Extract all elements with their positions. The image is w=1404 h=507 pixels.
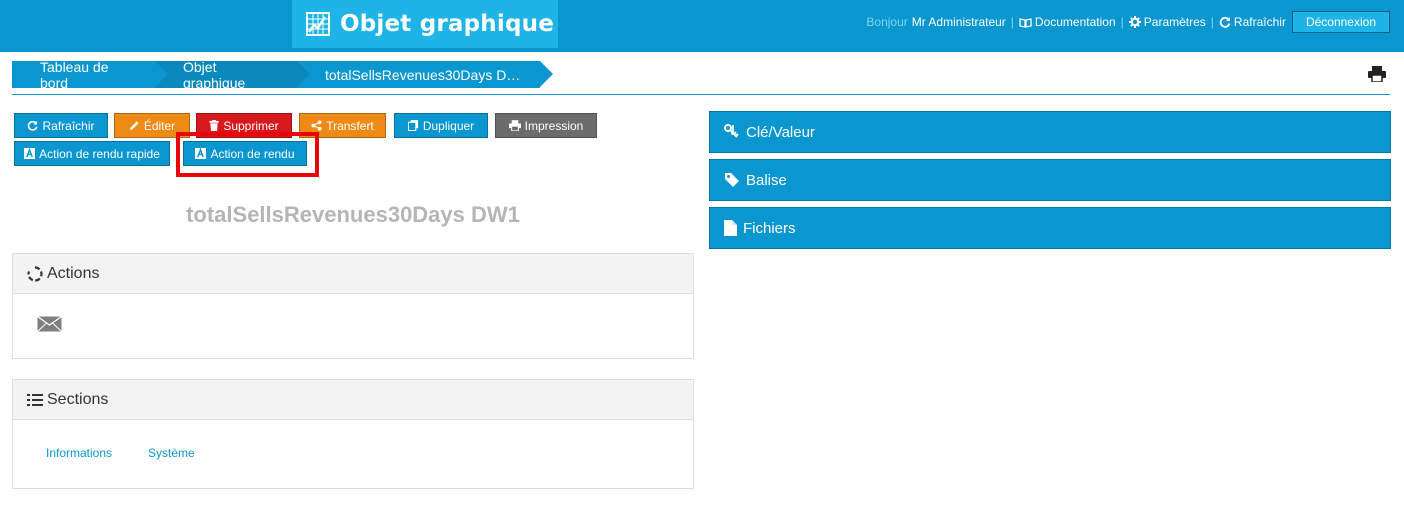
top-bar: Objet graphique Bonjour Mr Administrateu…	[0, 0, 1404, 52]
nav-separator: |	[1120, 15, 1124, 29]
breadcrumb: Tableau de bord Objet graphique totalSel…	[12, 59, 553, 91]
section-link-systeme[interactable]: Système	[148, 446, 195, 460]
logout-button[interactable]: Déconnexion	[1291, 11, 1390, 33]
breadcrumb-graphic-object[interactable]: Objet graphique	[155, 59, 310, 91]
book-icon	[1019, 17, 1032, 28]
accordion-key-value[interactable]: Clé/Valeur	[709, 111, 1391, 153]
app-title-text: Objet graphique	[340, 11, 554, 37]
file-icon	[724, 220, 737, 236]
share-icon	[311, 120, 322, 131]
print-button[interactable]: Impression	[495, 113, 597, 138]
refresh-button-label: Rafraîchir	[42, 118, 95, 133]
refresh-icon	[28, 120, 38, 131]
sections-panel: Sections Informations Système	[12, 379, 694, 489]
app-title: Objet graphique	[292, 0, 558, 48]
refresh-link[interactable]: Rafraîchir	[1219, 15, 1286, 29]
greeting: Bonjour	[866, 15, 908, 29]
accordion-tag-label: Balise	[746, 171, 787, 189]
pencil-icon	[129, 121, 139, 131]
transfer-button-label: Transfert	[326, 118, 374, 133]
documentation-label: Documentation	[1034, 15, 1116, 29]
accordion-key-value-label: Clé/Valeur	[746, 123, 815, 141]
print-icon[interactable]	[1368, 66, 1386, 83]
accordion-tag[interactable]: Balise	[709, 159, 1391, 201]
documentation-link[interactable]: Documentation	[1019, 15, 1116, 29]
font-box-icon	[24, 148, 36, 159]
duplicate-button-label: Dupliquer	[422, 118, 475, 133]
actions-panel-title: Actions	[47, 264, 100, 282]
quick-render-button[interactable]: Action de rendu rapide	[14, 141, 170, 166]
refresh-icon	[1219, 16, 1231, 28]
delete-button-label: Supprimer	[223, 118, 279, 133]
breadcrumb-current[interactable]: totalSellsRevenues30Days D…	[297, 61, 553, 88]
chart-grid-icon	[306, 12, 330, 36]
printer-icon	[508, 120, 521, 131]
copy-icon	[407, 120, 418, 131]
section-link-informations[interactable]: Informations	[46, 446, 112, 460]
accordion-files-label: Fichiers	[743, 219, 796, 237]
gear-icon	[1128, 16, 1141, 28]
print-button-label: Impression	[524, 118, 584, 133]
user-nav: Bonjour Mr Administrateur | Documentatio…	[866, 11, 1390, 33]
refresh-label: Rafraîchir	[1233, 15, 1286, 29]
keys-icon	[724, 124, 739, 138]
settings-link[interactable]: Paramètres	[1128, 15, 1206, 29]
circle-arrows-icon	[27, 265, 43, 282]
highlight-box	[176, 132, 319, 177]
edit-button-label: Éditer	[143, 118, 176, 133]
duplicate-button[interactable]: Dupliquer	[394, 113, 488, 138]
accordion-files[interactable]: Fichiers	[709, 207, 1391, 249]
actions-panel-header[interactable]: Actions	[13, 254, 693, 294]
tag-icon	[725, 173, 739, 187]
user-name-link[interactable]: Mr Administrateur	[912, 15, 1006, 29]
settings-label: Paramètres	[1143, 15, 1206, 29]
nav-separator: |	[1210, 15, 1214, 29]
envelope-icon[interactable]	[37, 315, 62, 337]
breadcrumb-dashboard[interactable]: Tableau de bord	[12, 59, 168, 91]
refresh-button[interactable]: Rafraîchir	[14, 113, 108, 138]
nav-separator: |	[1010, 15, 1014, 29]
quick-render-label: Action de rendu rapide	[39, 146, 160, 161]
actions-panel: Actions	[12, 253, 694, 359]
sections-panel-header[interactable]: Sections	[13, 380, 693, 420]
breadcrumb-divider	[12, 94, 1390, 95]
list-icon	[27, 393, 43, 406]
object-title: totalSellsRevenues30Days DW1	[186, 202, 520, 227]
sections-panel-title: Sections	[47, 390, 109, 408]
trash-icon	[209, 120, 219, 131]
